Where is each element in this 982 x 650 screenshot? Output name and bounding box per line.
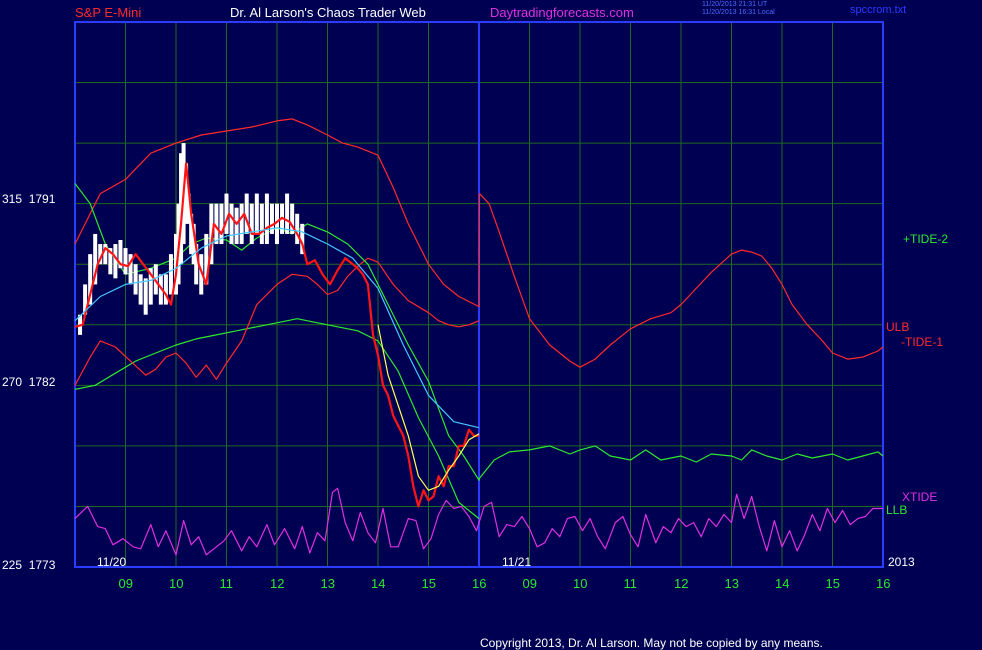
x-tick-label: 14 [371, 576, 386, 591]
y-tide-225: 225 [2, 558, 23, 572]
site-link[interactable]: Daytradingforecasts.com [490, 5, 634, 20]
y-label-1791: 315 1791 [2, 192, 55, 206]
chart-canvas [74, 21, 884, 568]
y-tide-315: 315 [2, 192, 23, 206]
candle [168, 254, 173, 295]
year-label: 2013 [888, 555, 915, 569]
x-tick-label: 13 [724, 576, 739, 591]
y-price-1782: 1782 [28, 375, 56, 389]
candle [285, 193, 290, 234]
candle [259, 203, 264, 245]
candle [163, 274, 168, 305]
candle [295, 213, 300, 245]
candle [254, 193, 259, 234]
x-tick-label: 09 [522, 576, 537, 591]
candle [133, 264, 138, 295]
y-label-1773: 225 1773 [2, 558, 55, 572]
candle [239, 203, 244, 245]
candle [264, 193, 269, 245]
x-tick-label: 13 [320, 576, 335, 591]
candle [123, 248, 128, 275]
x-tick-label: 15 [421, 576, 436, 591]
x-tick-label: 16 [876, 576, 891, 591]
x-tick-label: 09 [118, 576, 133, 591]
candle [143, 278, 148, 315]
date-label-1121: 11/21 [502, 555, 532, 569]
x-tick-label: 16 [472, 576, 487, 591]
x-tick-label: 15 [825, 576, 840, 591]
series-label-llb: LLB [886, 503, 908, 517]
data-file-label: spccrom.txt [850, 4, 907, 16]
y-price-1791: 1791 [28, 192, 56, 206]
x-tick-label: 11 [219, 576, 234, 591]
x-tick-label: 14 [775, 576, 790, 591]
chart-title: Dr. Al Larson's Chaos Trader Web [230, 5, 426, 20]
y-price-1773: 1773 [28, 558, 56, 572]
series-label-tide1: -TIDE-1 [901, 335, 943, 349]
timestamp-ut: 11/20/2013 21:31 UT [702, 1, 768, 8]
date-label-1120: 11/20 [97, 555, 127, 569]
x-tick-label: 10 [169, 576, 184, 591]
candle [113, 244, 118, 279]
x-tick-label: 11 [623, 576, 638, 591]
series-label-ulb: ULB [886, 320, 910, 334]
x-tick-label: 12 [270, 576, 285, 591]
x-tick-label: 12 [674, 576, 689, 591]
candle [234, 207, 239, 245]
y-label-1782: 270 1782 [2, 375, 55, 389]
timestamp-local: 11/20/2013 16:31 Local [702, 9, 775, 16]
symbol-label: S&P E-Mini [75, 5, 142, 20]
copyright-notice: Copyright 2013, Dr. Al Larson. May not b… [480, 636, 823, 650]
candle [229, 203, 234, 245]
series-label-tide2: +TIDE-2 [903, 232, 949, 246]
candle [138, 274, 143, 305]
candle [249, 203, 254, 245]
y-tide-270: 270 [2, 375, 23, 389]
x-tick-label: 10 [573, 576, 588, 591]
candles [78, 143, 305, 335]
series-label-xtide: XTIDE [902, 490, 938, 504]
